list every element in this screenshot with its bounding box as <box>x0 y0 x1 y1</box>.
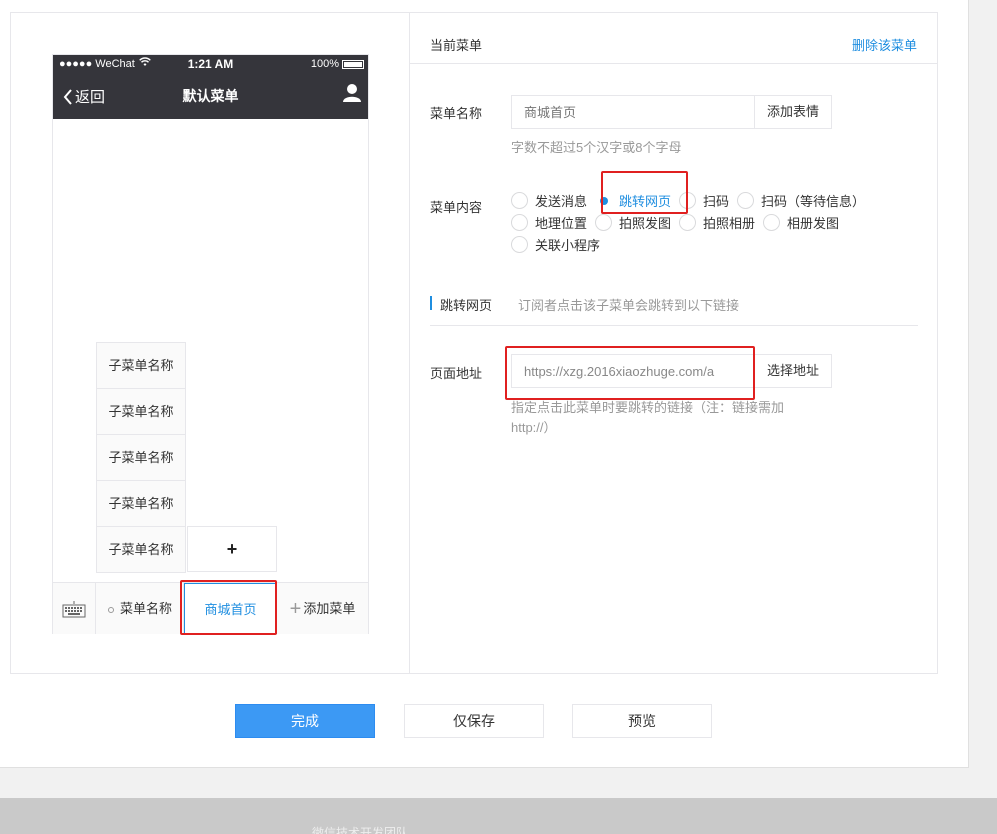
page-url-hint-line2: http://） <box>511 420 557 435</box>
radio-jump-webpage[interactable]: 跳转网页 <box>595 191 671 210</box>
page-url-label: 页面地址 <box>430 366 483 381</box>
battery-percent: 100% <box>310 58 339 70</box>
panel-title: 当前菜单 <box>430 38 483 53</box>
menu-item-1[interactable]: 菜单名称 <box>97 583 184 634</box>
menu-bar: 菜单名称 商城首页 + 添加菜单 <box>53 582 368 634</box>
menu-content-label: 菜单内容 <box>430 200 483 215</box>
section-name: 跳转网页 <box>440 298 493 313</box>
add-menu-button[interactable]: + 添加菜单 <box>277 583 368 634</box>
user-icon[interactable] <box>342 83 362 106</box>
status-bar: ●●●●● WeChat 1:21 AM 100% <box>53 55 368 75</box>
radio-take-photo[interactable]: 拍照发图 <box>595 213 671 232</box>
menu-item-label: 菜单名称 <box>119 601 172 616</box>
page-url-group: 选择地址 <box>511 354 833 388</box>
page-card: ●●●●● WeChat 1:21 AM 100% 返回 默认菜单 子菜单名称 … <box>0 0 969 768</box>
plus-icon: + <box>289 598 302 620</box>
nav-bar: 返回 默认菜单 <box>53 75 368 119</box>
menu-name-group: 添加表情 <box>511 95 833 129</box>
add-sub-menu-button[interactable]: + <box>187 526 277 572</box>
menu-name-hint: 字数不超过5个汉字或8个字母 <box>511 140 682 155</box>
preview-button[interactable]: 预览 <box>572 704 712 738</box>
add-emoji-button[interactable]: 添加表情 <box>755 95 833 129</box>
sub-menu-dot-icon <box>107 606 114 613</box>
save-only-button[interactable]: 仅保存 <box>404 704 544 738</box>
footer: 微信技术开发团队 <box>0 798 997 834</box>
select-url-button[interactable]: 选择地址 <box>755 354 833 388</box>
keyboard-icon <box>62 600 86 617</box>
phone-header: ●●●●● WeChat 1:21 AM 100% 返回 默认菜单 <box>53 55 368 119</box>
menu-editor: ●●●●● WeChat 1:21 AM 100% 返回 默认菜单 子菜单名称 … <box>10 12 938 674</box>
menu-name-label: 菜单名称 <box>430 106 483 121</box>
radio-row: 地理位置 拍照发图 拍照相册 相册发图 <box>511 211 911 233</box>
radio-photo-or-album[interactable]: 拍照相册 <box>679 213 755 232</box>
panel-header: 当前菜单 删除该菜单 <box>410 13 937 64</box>
sub-menu-list: 子菜单名称 子菜单名称 子菜单名称 子菜单名称 子菜单名称 <box>96 342 186 573</box>
radio-mini-program[interactable]: 关联小程序 <box>511 235 600 254</box>
add-menu-label: 添加菜单 <box>303 601 356 616</box>
page-url-input[interactable] <box>511 354 755 388</box>
menu-content-options: 发送消息 跳转网页 扫码 扫码（等待信息） 地理位置 拍照发图 拍照相册 相册发… <box>511 189 911 255</box>
radio-album-photo[interactable]: 相册发图 <box>763 213 839 232</box>
delete-menu-link[interactable]: 删除该菜单 <box>852 35 917 54</box>
sub-menu-item[interactable]: 子菜单名称 <box>97 343 185 389</box>
section-description: 订阅者点击该子菜单会跳转到以下链接 <box>518 298 740 313</box>
section-accent-bar <box>430 296 432 310</box>
battery-icon <box>342 59 364 69</box>
radio-location[interactable]: 地理位置 <box>511 213 587 232</box>
radio-scan[interactable]: 扫码 <box>679 191 729 210</box>
keyboard-toggle[interactable] <box>53 583 96 634</box>
radio-row: 关联小程序 <box>511 233 911 255</box>
sub-menu-item[interactable]: 子菜单名称 <box>97 389 185 435</box>
sub-menu-item[interactable]: 子菜单名称 <box>97 481 185 527</box>
page-url-hint-line1: 指定点击此菜单时要跳转的链接（注：链接需加 <box>511 400 785 415</box>
done-button[interactable]: 完成 <box>235 704 375 738</box>
section-header: 跳转网页 订阅者点击该子菜单会跳转到以下链接 <box>430 296 918 326</box>
sub-menu-item[interactable]: 子菜单名称 <box>97 435 185 481</box>
footer-text: 微信技术开发团队 <box>312 826 409 834</box>
radio-scan-wait[interactable]: 扫码（等待信息） <box>737 191 865 210</box>
menu-item-2-selected[interactable]: 商城首页 <box>184 583 277 634</box>
phone-preview: ●●●●● WeChat 1:21 AM 100% 返回 默认菜单 子菜单名称 … <box>52 54 369 634</box>
sub-menu-item[interactable]: 子菜单名称 <box>97 527 185 573</box>
radio-send-message[interactable]: 发送消息 <box>511 191 587 210</box>
battery-status: 100% <box>311 58 364 70</box>
menu-name-input[interactable] <box>511 95 755 129</box>
menu-settings-panel: 当前菜单 删除该菜单 菜单名称 添加表情 字数不超过5个汉字或8个字母 菜单内容… <box>409 13 937 673</box>
phone-title: 默认菜单 <box>182 88 239 104</box>
radio-row: 发送消息 跳转网页 扫码 扫码（等待信息） <box>511 189 911 211</box>
